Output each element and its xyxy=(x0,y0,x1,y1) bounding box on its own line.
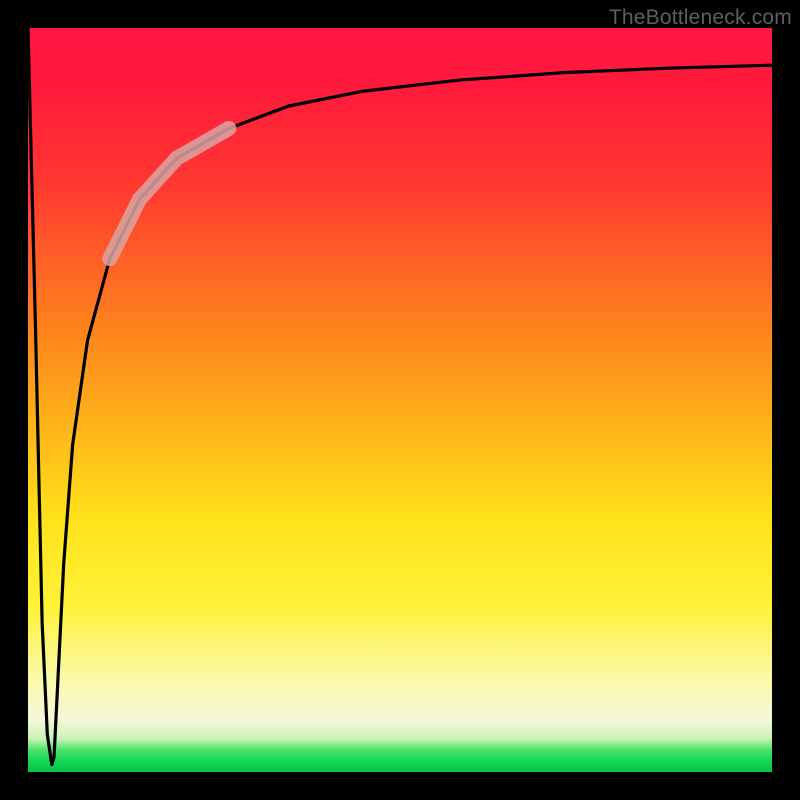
bottleneck-curve xyxy=(28,28,772,765)
chart-frame: TheBottleneck.com xyxy=(0,0,800,800)
watermark-text: TheBottleneck.com xyxy=(609,6,792,30)
curve-highlight xyxy=(110,128,229,258)
plot-area xyxy=(28,28,772,772)
curve-svg xyxy=(28,28,772,772)
